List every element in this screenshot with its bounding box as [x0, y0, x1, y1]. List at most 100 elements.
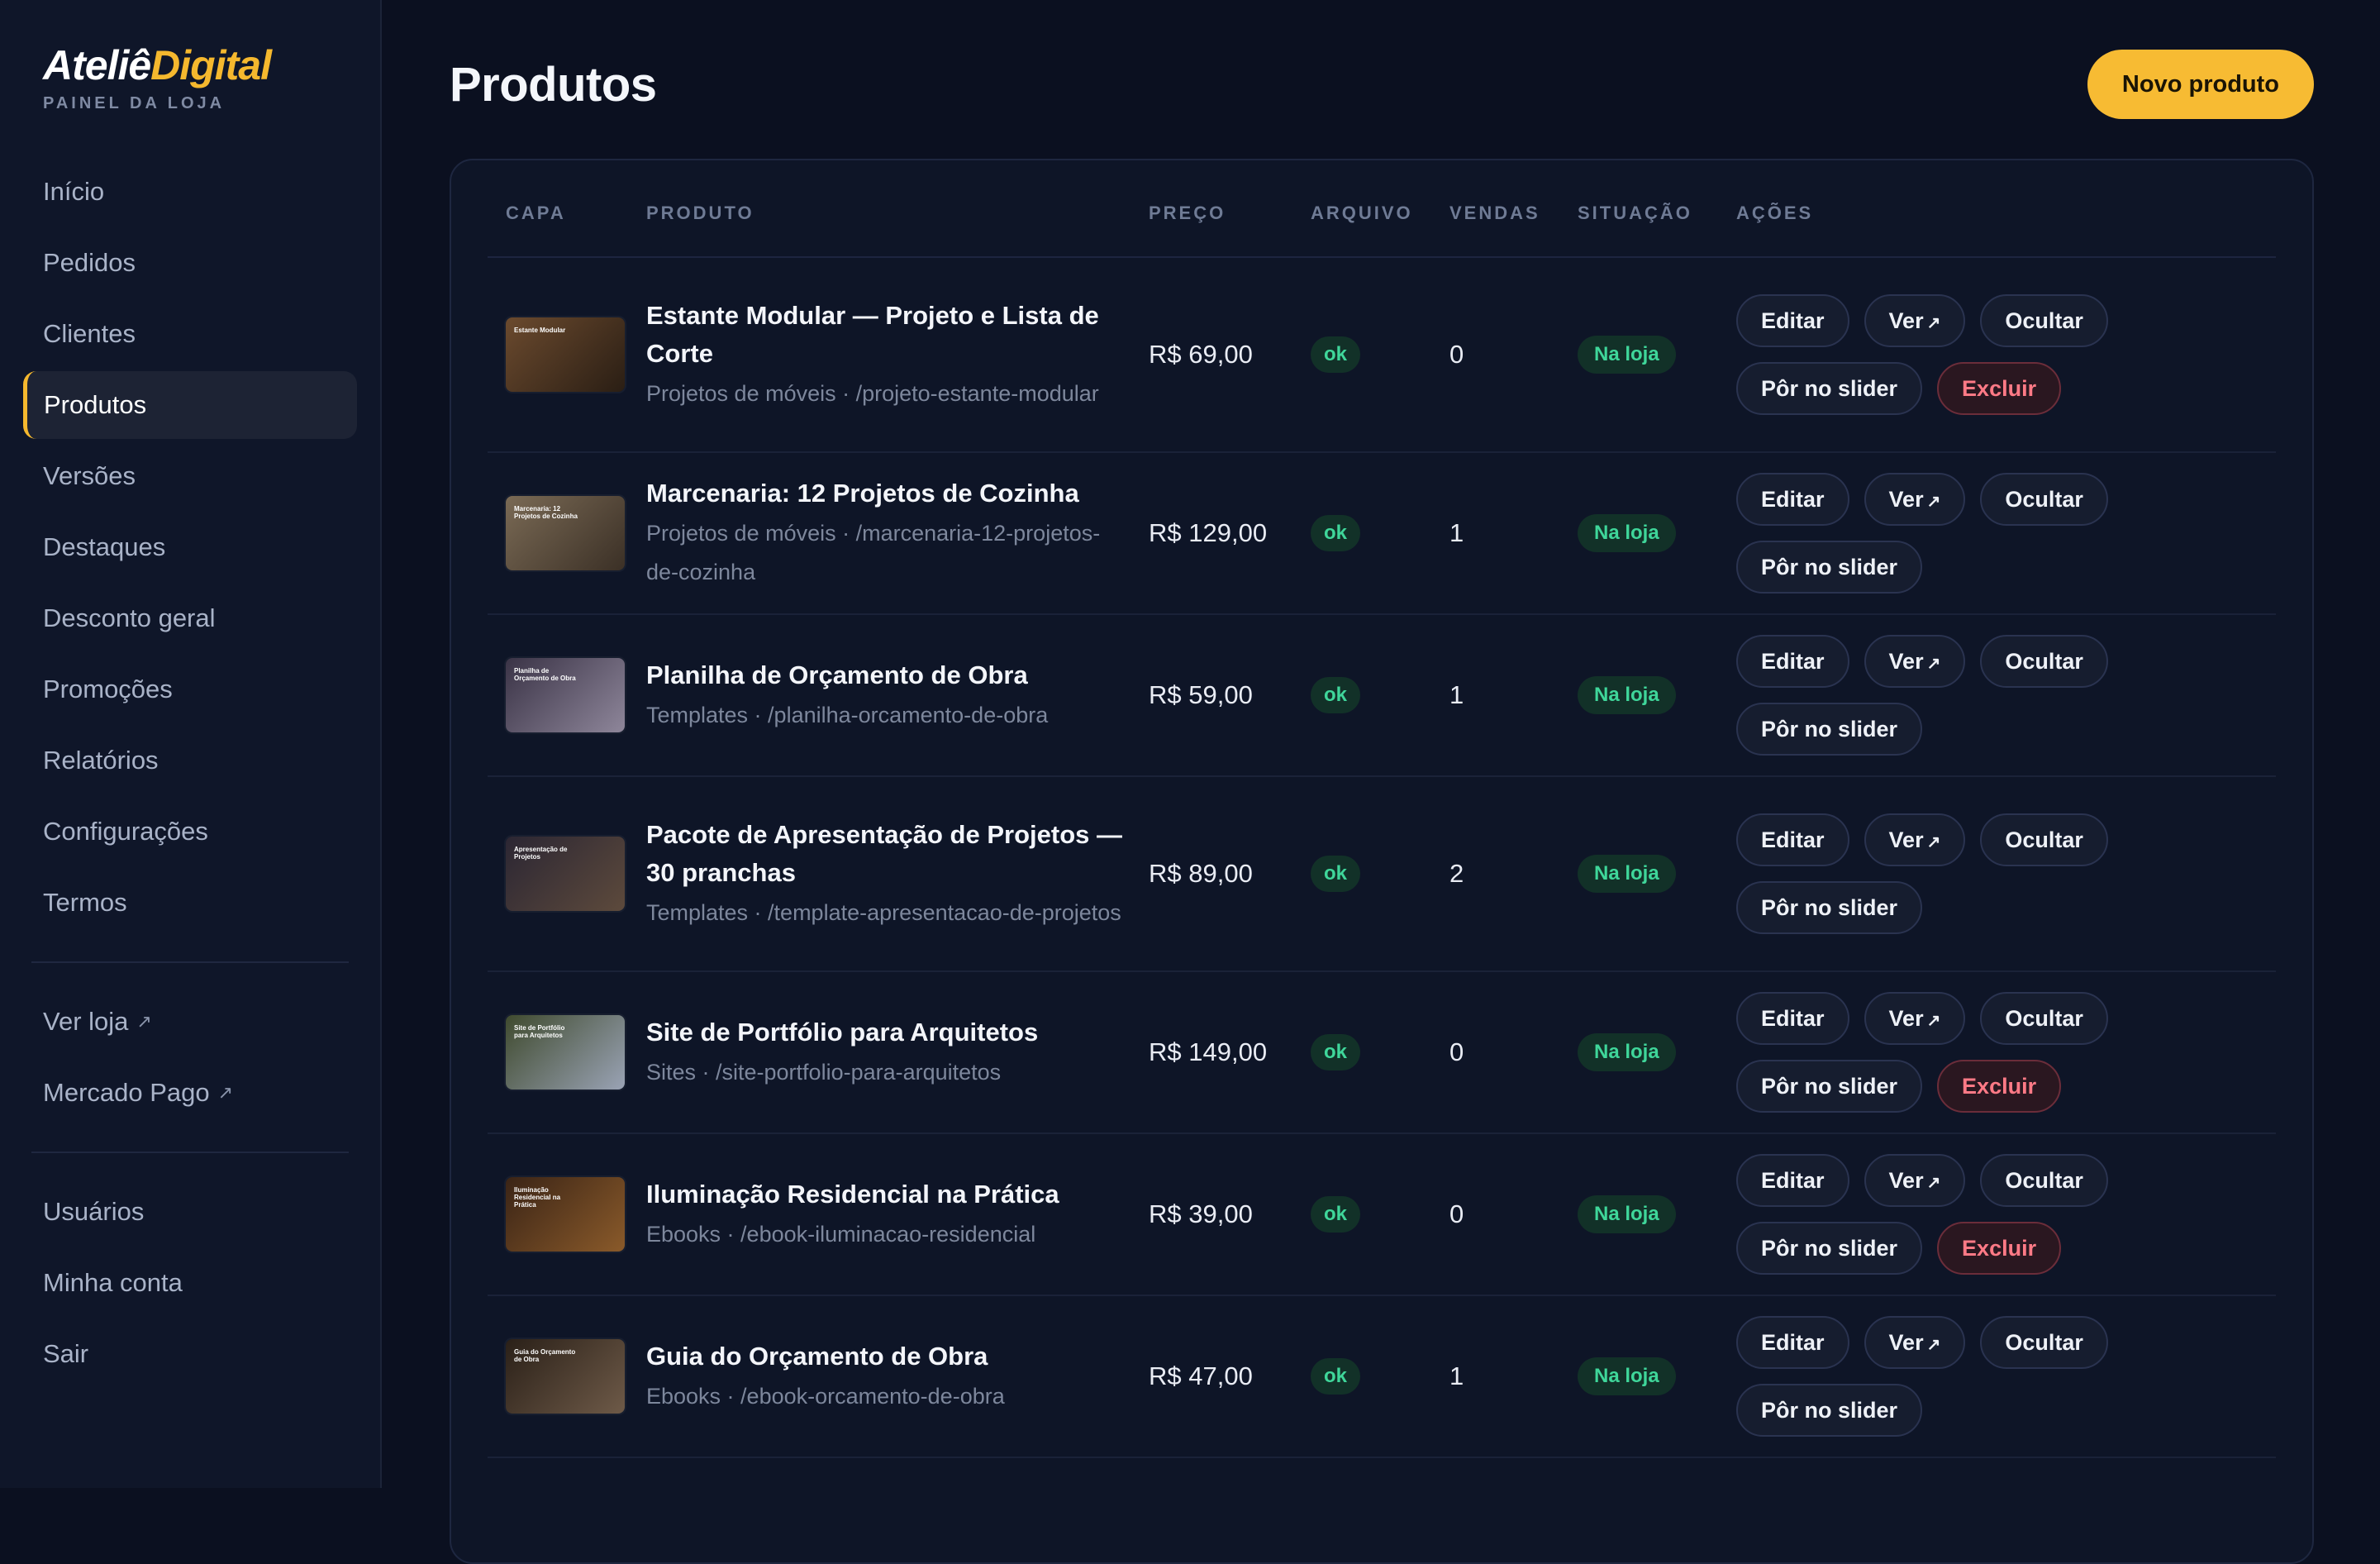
- sidebar-item-minha-conta[interactable]: Minha conta: [23, 1249, 357, 1317]
- product-thumbnail: Marcenaria: 12 Projetos de Cozinha: [506, 496, 625, 570]
- page-header: Produtos Novo produto: [450, 0, 2314, 162]
- add-to-slider-button[interactable]: Pôr no slider: [1736, 881, 1923, 934]
- delete-button[interactable]: Excluir: [1937, 1222, 2062, 1275]
- edit-button[interactable]: Editar: [1736, 635, 1849, 688]
- col-header-arquivo: ARQUIVO: [1311, 203, 1413, 223]
- cell-preco: R$ 149,00: [1149, 1037, 1311, 1067]
- status-badge: Na loja: [1578, 1195, 1676, 1233]
- product-category-slug: Projetos de móveis · /projeto-estante-mo…: [646, 380, 1099, 406]
- hide-button[interactable]: Ocultar: [1980, 992, 2108, 1045]
- sidebar-item-sair[interactable]: Sair: [23, 1320, 357, 1388]
- edit-button[interactable]: Editar: [1736, 992, 1849, 1045]
- hide-button[interactable]: Ocultar: [1980, 473, 2108, 526]
- cell-capa: Apresentação de Projetos: [488, 837, 646, 911]
- view-button-label: Ver: [1888, 648, 1924, 674]
- cell-arquivo: ok: [1311, 336, 1449, 373]
- view-button[interactable]: Ver ↗: [1864, 992, 1966, 1045]
- sidebar-item-label: Pedidos: [43, 248, 136, 277]
- cell-produto: Estante Modular — Projeto e Lista de Cor…: [646, 297, 1149, 413]
- sidebar-item-label: Clientes: [43, 319, 136, 348]
- col-header-acoes: AÇÕES: [1736, 203, 1814, 223]
- product-name: Estante Modular — Projeto e Lista de Cor…: [646, 300, 1099, 368]
- sidebar-item-produtos[interactable]: Produtos: [23, 371, 357, 439]
- hide-button[interactable]: Ocultar: [1980, 813, 2108, 866]
- edit-button[interactable]: Editar: [1736, 473, 1849, 526]
- sidebar-item-versoes[interactable]: Versões: [23, 442, 357, 510]
- external-link-icon: ↗: [1926, 492, 1941, 511]
- cell-preco: R$ 69,00: [1149, 340, 1311, 370]
- product-category-slug: Ebooks · /ebook-iluminacao-residencial: [646, 1221, 1036, 1247]
- sidebar-item-relatorios[interactable]: Relatórios: [23, 727, 357, 794]
- sidebar-item-label: Sair: [43, 1339, 89, 1368]
- external-link-icon: ↗: [1926, 1011, 1941, 1030]
- sidebar-item-pedidos[interactable]: Pedidos: [23, 229, 357, 297]
- sidebar: AteliêDigital PAINEL DA LOJA Início Pedid…: [0, 0, 382, 1488]
- product-price: R$ 69,00: [1149, 340, 1253, 369]
- view-button[interactable]: Ver ↗: [1864, 1154, 1966, 1207]
- view-button[interactable]: Ver ↗: [1864, 294, 1966, 347]
- product-price: R$ 59,00: [1149, 680, 1253, 709]
- cell-vendas: 2: [1449, 859, 1578, 889]
- thumbnail-title: Planilha de Orçamento de Obra: [514, 667, 576, 682]
- edit-button[interactable]: Editar: [1736, 813, 1849, 866]
- file-status-badge: ok: [1311, 336, 1361, 373]
- cell-acoes: Editar Ver ↗ Ocultar Pôr no slider: [1736, 473, 2276, 594]
- view-button-label: Ver: [1888, 486, 1924, 512]
- sidebar-item-destaques[interactable]: Destaques: [23, 513, 357, 581]
- delete-button[interactable]: Excluir: [1937, 1060, 2062, 1113]
- delete-button[interactable]: Excluir: [1937, 362, 2062, 415]
- sidebar-item-ver-loja[interactable]: Ver loja ↗: [23, 988, 357, 1056]
- cell-capa: Marcenaria: 12 Projetos de Cozinha: [488, 496, 646, 570]
- view-button[interactable]: Ver ↗: [1864, 1316, 1966, 1369]
- new-product-button[interactable]: Novo produto: [2087, 50, 2314, 119]
- hide-button[interactable]: Ocultar: [1980, 1316, 2108, 1369]
- cell-vendas: 0: [1449, 1037, 1578, 1067]
- cell-arquivo: ok: [1311, 1196, 1449, 1233]
- add-to-slider-button[interactable]: Pôr no slider: [1736, 703, 1923, 756]
- thumbnail-title: Site de Portfólio para Arquitetos: [514, 1024, 565, 1039]
- cell-produto: Planilha de Orçamento de Obra Templates ·…: [646, 656, 1149, 735]
- hide-button[interactable]: Ocultar: [1980, 294, 2108, 347]
- edit-button[interactable]: Editar: [1736, 1154, 1849, 1207]
- add-to-slider-button[interactable]: Pôr no slider: [1736, 541, 1923, 594]
- status-badge: Na loja: [1578, 1357, 1676, 1395]
- add-to-slider-button[interactable]: Pôr no slider: [1736, 1060, 1923, 1113]
- row-actions: Editar Ver ↗ Ocultar Pôr no slider: [1736, 813, 2199, 934]
- sidebar-item-clientes[interactable]: Clientes: [23, 300, 357, 368]
- cell-produto: Pacote de Apresentação de Projetos — 30 …: [646, 816, 1149, 932]
- cell-vendas: 1: [1449, 1361, 1578, 1391]
- product-thumbnail: Apresentação de Projetos: [506, 837, 625, 911]
- thumbnail-title: Iluminação Residencial na Prática: [514, 1186, 561, 1209]
- cell-capa: Estante Modular: [488, 317, 646, 392]
- view-button[interactable]: Ver ↗: [1864, 635, 1966, 688]
- hide-button[interactable]: Ocultar: [1980, 635, 2108, 688]
- sidebar-item-configuracoes[interactable]: Configurações: [23, 798, 357, 865]
- sidebar-item-desconto-geral[interactable]: Desconto geral: [23, 584, 357, 652]
- sidebar-item-usuarios[interactable]: Usuários: [23, 1178, 357, 1246]
- view-button[interactable]: Ver ↗: [1864, 813, 1966, 866]
- sidebar-external-links: Ver loja ↗ Mercado Pago ↗: [23, 988, 357, 1127]
- cell-situacao: Na loja: [1578, 1357, 1736, 1395]
- sidebar-item-termos[interactable]: Termos: [23, 869, 357, 937]
- add-to-slider-button[interactable]: Pôr no slider: [1736, 362, 1923, 415]
- add-to-slider-button[interactable]: Pôr no slider: [1736, 1222, 1923, 1275]
- add-to-slider-button[interactable]: Pôr no slider: [1736, 1384, 1923, 1437]
- brand-subtitle: PAINEL DA LOJA: [43, 94, 226, 112]
- cell-situacao: Na loja: [1578, 1033, 1736, 1071]
- thumbnail-title: Guia do Orçamento de Obra: [514, 1348, 576, 1363]
- edit-button[interactable]: Editar: [1736, 1316, 1849, 1369]
- sidebar-item-promocoes[interactable]: Promoções: [23, 656, 357, 723]
- sidebar-item-inicio[interactable]: Início: [23, 158, 357, 226]
- file-status-badge: ok: [1311, 856, 1361, 892]
- brand-logo[interactable]: AteliêDigital: [43, 45, 357, 86]
- sales-count: 1: [1449, 680, 1464, 709]
- sidebar-item-mercado-pago[interactable]: Mercado Pago ↗: [23, 1059, 357, 1127]
- view-button[interactable]: Ver ↗: [1864, 473, 1966, 526]
- hide-button[interactable]: Ocultar: [1980, 1154, 2108, 1207]
- sidebar-item-label: Promoções: [43, 675, 173, 703]
- product-thumbnail: Guia do Orçamento de Obra: [506, 1339, 625, 1414]
- table-row: Planilha de Orçamento de Obra Planilha de…: [488, 615, 2276, 777]
- products-table: CAPA PRODUTO PREÇO ARQUIVO VENDAS SITUAÇ…: [450, 159, 2314, 1564]
- cell-arquivo: ok: [1311, 856, 1449, 892]
- edit-button[interactable]: Editar: [1736, 294, 1849, 347]
